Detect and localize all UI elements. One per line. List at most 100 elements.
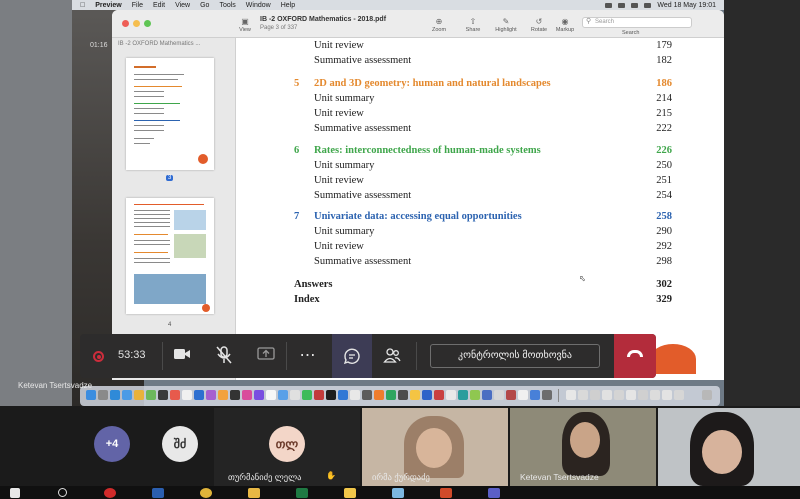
app-icon[interactable] bbox=[314, 390, 324, 400]
app-icon[interactable] bbox=[386, 390, 396, 400]
toc-entry-label[interactable]: Unit review bbox=[314, 175, 364, 186]
menu-tools[interactable]: Tools bbox=[219, 2, 235, 9]
app-icon[interactable] bbox=[326, 390, 336, 400]
app-icon[interactable] bbox=[458, 390, 468, 400]
launchpad-icon[interactable] bbox=[98, 390, 108, 400]
toc-section-title[interactable]: 2D and 3D geometry: human and natural la… bbox=[314, 78, 551, 89]
app-icon[interactable] bbox=[278, 390, 288, 400]
toc-entry-label[interactable]: Summative assessment bbox=[314, 55, 411, 66]
windows-start-icon[interactable] bbox=[10, 488, 20, 498]
participant-tile-5[interactable] bbox=[658, 408, 800, 486]
flag-icon[interactable] bbox=[618, 2, 626, 8]
camera-button[interactable] bbox=[172, 346, 192, 366]
view-button[interactable]: ▣ View bbox=[230, 16, 260, 33]
recent-file-icon[interactable] bbox=[674, 390, 684, 400]
app-icon[interactable] bbox=[422, 390, 432, 400]
toc-entry-label[interactable]: Unit review bbox=[314, 108, 364, 119]
menu-window[interactable]: Window bbox=[246, 2, 271, 9]
thumb-page-number-3[interactable]: 3 bbox=[166, 175, 174, 181]
toc-section-title[interactable]: Rates: interconnectedness of human-made … bbox=[314, 145, 541, 156]
toc-entry-label[interactable]: Summative assessment bbox=[314, 123, 411, 134]
control-center-icon[interactable] bbox=[644, 2, 652, 8]
more-participants-avatar[interactable]: +4 bbox=[94, 426, 130, 462]
minimize-window-icon[interactable] bbox=[133, 20, 140, 27]
recent-file-icon[interactable] bbox=[602, 390, 612, 400]
mute-button[interactable] bbox=[214, 346, 234, 366]
powerpoint-icon[interactable] bbox=[440, 488, 452, 498]
menu-clock[interactable]: Wed 18 May 19:01 bbox=[657, 2, 716, 9]
toc-entry-label[interactable]: Unit summary bbox=[314, 226, 374, 237]
app-icon[interactable] bbox=[410, 390, 420, 400]
menu-view[interactable]: View bbox=[175, 2, 190, 9]
status-icon[interactable] bbox=[605, 2, 613, 8]
app-icon[interactable] bbox=[134, 390, 144, 400]
app-icon[interactable] bbox=[266, 390, 276, 400]
page-thumbnail-4[interactable] bbox=[126, 198, 214, 314]
app-icon[interactable] bbox=[470, 390, 480, 400]
toc-entry-label[interactable]: Unit summary bbox=[314, 160, 374, 171]
zoom-window-icon[interactable] bbox=[144, 20, 151, 27]
app-icon[interactable] bbox=[302, 390, 312, 400]
toc-entry-label[interactable]: Unit review bbox=[314, 40, 364, 51]
page-thumbnail-3[interactable] bbox=[126, 58, 214, 170]
more-options-button[interactable]: ⋯ bbox=[298, 346, 318, 366]
recent-file-icon[interactable] bbox=[590, 390, 600, 400]
recent-file-icon[interactable] bbox=[626, 390, 636, 400]
app-icon[interactable] bbox=[506, 390, 516, 400]
participants-button[interactable] bbox=[382, 346, 402, 366]
app-icon[interactable] bbox=[170, 390, 180, 400]
app-icon[interactable] bbox=[530, 390, 540, 400]
recent-file-icon[interactable] bbox=[614, 390, 624, 400]
chrome-icon[interactable] bbox=[200, 488, 212, 498]
toc-entry-label[interactable]: Summative assessment bbox=[314, 256, 411, 267]
toc-index[interactable]: Index bbox=[294, 294, 320, 305]
app-icon[interactable] bbox=[446, 390, 456, 400]
app-icon[interactable] bbox=[194, 390, 204, 400]
app-icon[interactable] bbox=[542, 390, 552, 400]
app-icon[interactable] bbox=[230, 390, 240, 400]
wifi-icon[interactable] bbox=[631, 2, 639, 8]
app-icon[interactable] bbox=[254, 390, 264, 400]
participant-tile-2[interactable]: თლ თურმანიძე ლელა ✋ bbox=[214, 408, 360, 486]
teams-icon[interactable] bbox=[488, 488, 500, 498]
app-icon[interactable] bbox=[434, 390, 444, 400]
search-input[interactable]: Search bbox=[582, 17, 692, 28]
app-icon[interactable] bbox=[158, 390, 168, 400]
participant-avatar-1[interactable]: შძ bbox=[162, 426, 198, 462]
search-icon[interactable] bbox=[58, 488, 67, 497]
mail-icon[interactable] bbox=[122, 390, 132, 400]
toc-entry-label[interactable]: Unit summary bbox=[314, 93, 374, 104]
participant-tile-3[interactable]: ირმა ქურდაძე bbox=[362, 408, 508, 486]
trash-icon[interactable] bbox=[702, 390, 712, 400]
app-icon[interactable] bbox=[146, 390, 156, 400]
chat-button[interactable] bbox=[332, 334, 372, 378]
finder-icon[interactable] bbox=[86, 390, 96, 400]
safari-icon[interactable] bbox=[110, 390, 120, 400]
recent-file-icon[interactable] bbox=[638, 390, 648, 400]
close-window-icon[interactable] bbox=[122, 20, 129, 27]
app-icon[interactable] bbox=[398, 390, 408, 400]
toc-entry-label[interactable]: Unit review bbox=[314, 241, 364, 252]
recent-file-icon[interactable] bbox=[662, 390, 672, 400]
app-icon[interactable] bbox=[494, 390, 504, 400]
opera-icon[interactable] bbox=[104, 488, 116, 498]
folder-icon[interactable] bbox=[248, 488, 260, 498]
app-icon[interactable] bbox=[206, 390, 216, 400]
app-icon[interactable] bbox=[338, 390, 348, 400]
menu-go[interactable]: Go bbox=[200, 2, 209, 9]
app-icon[interactable] bbox=[242, 390, 252, 400]
thumb-page-number-4[interactable]: 4 bbox=[168, 322, 171, 328]
app-icon[interactable] bbox=[362, 390, 372, 400]
app-icon[interactable] bbox=[182, 390, 192, 400]
word-icon[interactable] bbox=[152, 488, 164, 498]
highlight-button[interactable]: ✎ Highlight bbox=[491, 16, 521, 33]
app-icon[interactable] bbox=[374, 390, 384, 400]
hang-up-button[interactable] bbox=[614, 334, 656, 378]
zoom-button[interactable]: ⊕ Zoom bbox=[424, 16, 454, 33]
menu-file[interactable]: File bbox=[132, 2, 143, 9]
file-explorer-icon[interactable] bbox=[344, 488, 356, 498]
toc-section-title[interactable]: Univariate data: accessing equal opportu… bbox=[314, 211, 522, 222]
menu-edit[interactable]: Edit bbox=[153, 2, 165, 9]
excel-icon[interactable] bbox=[296, 488, 308, 498]
app-icon[interactable] bbox=[518, 390, 528, 400]
